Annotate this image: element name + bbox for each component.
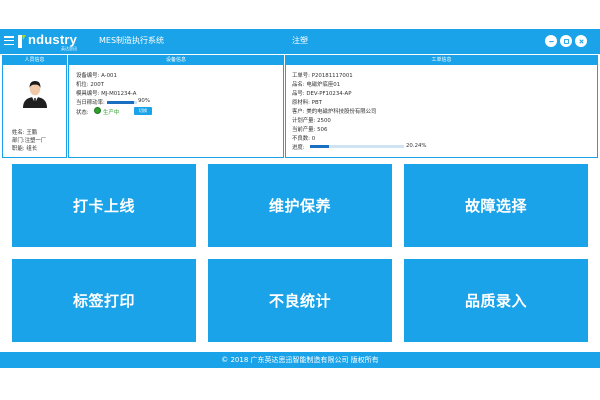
person-dept: 部门:注塑一厂 — [12, 136, 46, 144]
window-controls — [545, 35, 587, 47]
defect-count: 不良数: 0 — [292, 134, 315, 142]
order-number: 工单号: P20181117001 — [292, 71, 353, 79]
customer-label: 客户: — [292, 109, 305, 115]
status-indicator-icon — [94, 107, 101, 114]
maximize-button[interactable] — [560, 35, 572, 47]
defect-stats-button[interactable]: 不良统计 — [208, 259, 392, 342]
defect-label: 不良数: — [292, 136, 310, 142]
minimize-button[interactable] — [545, 35, 557, 47]
planned-output: 计划产量: 2500 — [292, 116, 331, 124]
utilization-label: 当日稼动率: — [76, 100, 105, 106]
close-button[interactable] — [575, 35, 587, 47]
person-name: 姓名: 王鹏 — [12, 128, 37, 136]
mold-label: 模具编号: — [76, 91, 100, 97]
planned-label: 计划产量: — [292, 118, 316, 124]
app-title: MES制造执行系统 — [99, 36, 165, 45]
maintenance-button[interactable]: 维护保养 — [208, 164, 392, 247]
code-value: A-001 — [101, 73, 117, 79]
minimize-icon — [548, 40, 554, 42]
role-label: 职能: — [12, 146, 25, 152]
person-info-header: 人员信息 — [3, 56, 66, 65]
order-number-value: P20181117001 — [311, 73, 353, 79]
raw-material: 原材料: PBT — [292, 98, 322, 106]
logo-subtext: 英达思迅 — [61, 46, 77, 51]
footer-copyright: © 2018 广东英达思迅智能制造有限公司 版权所有 — [0, 352, 600, 368]
quality-entry-button[interactable]: 品质录入 — [404, 259, 588, 342]
defect-value: 0 — [311, 136, 316, 142]
work-order-header: 工单信息 — [286, 56, 597, 65]
station-value: 200T — [90, 82, 104, 88]
product-code-value: DEV-PF10234-AP — [306, 91, 352, 97]
status-value: 生产中 — [103, 110, 120, 116]
current-value: 506 — [317, 127, 328, 133]
order-progress-bar — [310, 145, 404, 148]
equipment-utilization: 当日稼动率: — [76, 98, 105, 106]
order-progress-bar-fill — [310, 145, 330, 148]
material-value: PBT — [311, 100, 322, 106]
progress-label: 进度: — [292, 145, 305, 151]
customer: 客户: 美的电磁炉科技股份有限公司 — [292, 107, 376, 115]
switch-status-button[interactable]: 切换 — [134, 107, 152, 115]
mold-value: MJ-M01234-A — [101, 91, 137, 97]
order-progress-value: 20.24% — [406, 143, 427, 149]
product-name-value: 电磁炉底座01 — [306, 82, 341, 88]
person-role: 职能: 组长 — [12, 144, 37, 152]
avatar — [23, 81, 47, 108]
code-label: 设备编号: — [76, 73, 100, 79]
person-info-panel: 人员信息 姓名: 王鹏 部门:注塑一厂 职能: 组长 — [2, 55, 67, 158]
customer-value: 美的电磁炉科技股份有限公司 — [306, 109, 377, 115]
label-print-button[interactable]: 标签打印 — [12, 259, 196, 342]
logo: ndustry 英达思迅 — [17, 32, 95, 51]
utilization-bar — [107, 100, 137, 104]
close-icon — [578, 38, 584, 44]
equipment-station: 机位: 200T — [76, 80, 104, 88]
fault-select-button[interactable]: 故障选择 — [404, 164, 588, 247]
product-code-label: 品号: — [292, 91, 305, 97]
planned-value: 2500 — [317, 118, 331, 124]
work-order-panel: 工单信息 工单号: P20181117001 品名: 电磁炉底座01 品号: D… — [285, 55, 598, 158]
clock-in-button[interactable]: 打卡上线 — [12, 164, 196, 247]
role-value: 组长 — [26, 146, 38, 152]
utilization-value: 90% — [138, 98, 150, 104]
order-number-label: 工单号: — [292, 73, 310, 79]
current-output: 当前产量: 506 — [292, 125, 327, 133]
product-code: 品号: DEV-PF10234-AP — [292, 89, 351, 97]
menu-icon[interactable] — [4, 36, 14, 46]
product-name-label: 品名: — [292, 82, 305, 88]
logo-mark-icon — [18, 35, 26, 48]
equipment-code: 设备编号: A-001 — [76, 71, 117, 79]
logo-text: ndustry — [28, 32, 78, 47]
current-label: 当前产量: — [292, 127, 316, 133]
utilization-bar-fill — [107, 100, 134, 104]
equipment-info-panel: 设备信息 设备编号: A-001 机位: 200T 模具编号: MJ-M0123… — [68, 55, 284, 158]
equipment-mold: 模具编号: MJ-M01234-A — [76, 89, 136, 97]
product-name: 品名: 电磁炉底座01 — [292, 80, 340, 88]
material-label: 原材料: — [292, 100, 310, 106]
maximize-icon — [563, 38, 569, 44]
equipment-info-header: 设备信息 — [69, 56, 283, 65]
title-bar: ndustry 英达思迅 MES制造执行系统 注塑 — [0, 29, 600, 54]
station-label: 机位: — [76, 82, 89, 88]
status-label: 状态: — [76, 110, 89, 116]
